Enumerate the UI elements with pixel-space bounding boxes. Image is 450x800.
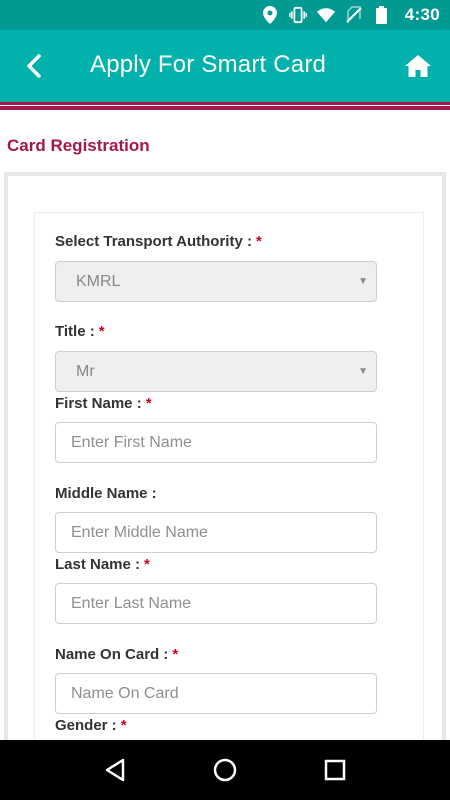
last-name-label: Last Name : * (55, 556, 150, 573)
location-icon (261, 6, 279, 24)
status-time: 4:30 (404, 5, 440, 24)
caret-down-icon: ▼ (358, 366, 368, 377)
chevron-left-icon (27, 54, 41, 78)
vibrate-icon (288, 6, 307, 24)
required-mark: * (144, 556, 150, 573)
nav-recents-button[interactable] (315, 750, 355, 790)
home-icon (405, 55, 431, 77)
name-on-card-label: Name On Card : * (55, 646, 179, 663)
home-button[interactable] (402, 50, 434, 82)
back-button[interactable] (18, 50, 50, 82)
nav-home-button[interactable] (205, 750, 245, 790)
first-name-label: First Name : * (55, 395, 152, 412)
back-triangle-icon (105, 758, 125, 782)
transport-authority-select[interactable]: KMRL ▼ (55, 261, 377, 302)
form-panel: Select Transport Authority : * KMRL ▼ Tit… (4, 172, 446, 800)
required-mark: * (255, 233, 262, 250)
required-mark: * (145, 395, 152, 412)
status-bar: 4:30 (0, 0, 450, 30)
title-value: Mr (76, 363, 95, 380)
middle-name-input[interactable] (55, 512, 377, 553)
screen: 4:30 Apply For Smart Card Card Registrat… (0, 0, 450, 800)
no-sim-icon (345, 6, 363, 24)
title-label: Title : * (55, 323, 105, 340)
last-name-input[interactable] (55, 583, 377, 624)
form-card: Select Transport Authority : * KMRL ▼ Tit… (34, 212, 424, 800)
battery-icon (373, 6, 391, 24)
title-select[interactable]: Mr ▼ (55, 351, 377, 392)
app-bar: Apply For Smart Card (0, 30, 450, 102)
transport-authority-label: Select Transport Authority : * (55, 233, 262, 250)
required-mark: * (172, 646, 179, 663)
home-circle-icon (213, 758, 237, 782)
required-mark: * (98, 323, 105, 340)
recents-square-icon (324, 759, 346, 781)
gender-label: Gender : * (55, 717, 127, 734)
middle-name-label: Middle Name : (55, 485, 157, 502)
section-title: Card Registration (7, 136, 150, 155)
required-mark: * (120, 717, 127, 734)
name-on-card-input[interactable] (55, 673, 377, 714)
navigation-bar (0, 740, 450, 800)
caret-down-icon: ▼ (358, 276, 368, 287)
accent-divider (0, 102, 450, 110)
wifi-icon (316, 6, 335, 24)
nav-back-button[interactable] (95, 750, 135, 790)
first-name-input[interactable] (55, 422, 377, 463)
transport-authority-value: KMRL (76, 273, 121, 290)
page-title: Apply For Smart Card (90, 51, 327, 78)
